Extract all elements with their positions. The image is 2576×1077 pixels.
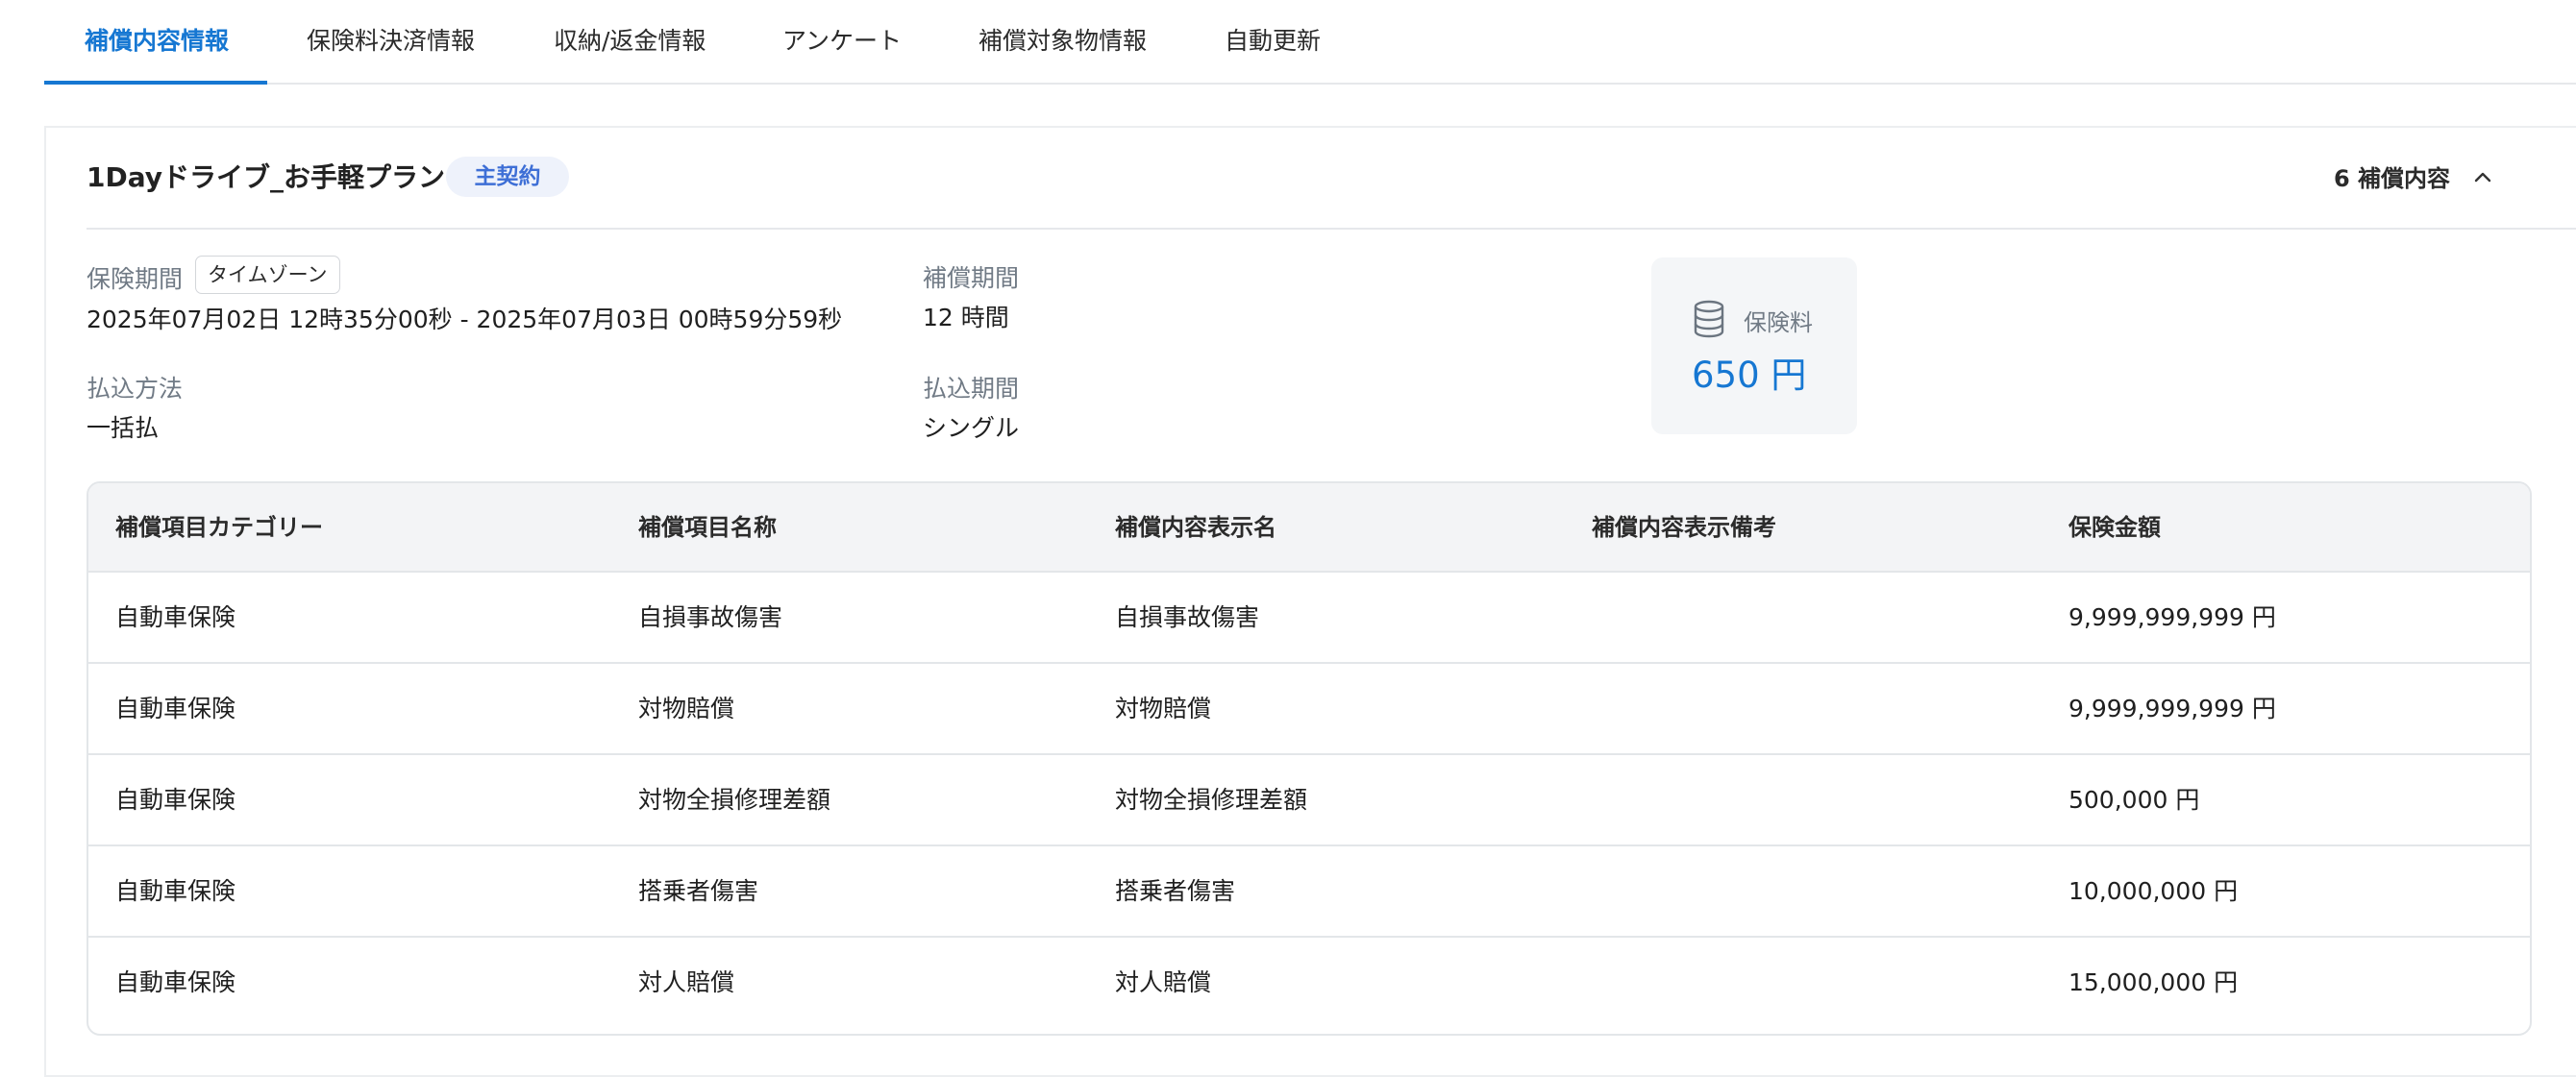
table-row: 自動車保険 対物賠償 対物賠償 9,999,999,999 円 (88, 664, 2530, 755)
table-header: 補償項目カテゴリー 補償項目名称 補償内容表示名 補償内容表示備考 保険金額 (88, 483, 2530, 573)
chevron-up-icon[interactable] (2468, 162, 2497, 191)
cell-item-name: 対人賠償 (638, 968, 735, 996)
cell-insured-amount: 9,999,999,999 円 (2068, 695, 2276, 722)
coverage-count: 6 補償内容 (2334, 165, 2451, 192)
coverage-card-header[interactable]: 1Dayドライブ_お手軽プラン 主契約 6 補償内容 (46, 128, 2576, 230)
timezone-button[interactable]: タイムゾーン (195, 256, 340, 294)
column-header-insured-amount: 保険金額 (2068, 514, 2161, 541)
plan-title: 1Dayドライブ_お手軽プラン (87, 161, 446, 193)
cell-display-name: 搭乗者傷害 (1115, 877, 1236, 905)
tab-collection-refund[interactable]: 収納/返金情報 (554, 0, 706, 83)
premium-value: 650 円 (1692, 355, 1807, 396)
column-header-category: 補償項目カテゴリー (115, 514, 323, 541)
cell-item-name: 搭乗者傷害 (638, 877, 759, 905)
cell-category: 自動車保険 (115, 786, 236, 814)
cell-category: 自動車保険 (115, 877, 236, 905)
cell-item-name: 自損事故傷害 (638, 603, 783, 631)
coverage-period-value: 12 時間 (923, 304, 1009, 331)
tab-premium-settlement[interactable]: 保険料決済情報 (307, 0, 475, 83)
tab-bar: 補償内容情報 保険料決済情報 収納/返金情報 アンケート 補償対象物情報 自動更… (44, 0, 2576, 85)
cell-insured-amount: 15,000,000 円 (2068, 968, 2239, 996)
cell-category: 自動車保険 (115, 968, 236, 996)
payment-method-label: 払込方法 (87, 375, 184, 403)
cell-display-name: 対物全損修理差額 (1115, 786, 1308, 814)
payment-period-label: 払込期間 (923, 375, 1020, 403)
cell-insured-amount: 500,000 円 (2068, 786, 2200, 814)
table-row: 自動車保険 搭乗者傷害 搭乗者傷害 10,000,000 円 (88, 846, 2530, 938)
insurance-period-value: 2025年07月02日 12時35分00秒 - 2025年07月03日 00時5… (87, 306, 843, 333)
cell-item-name: 対物全損修理差額 (638, 786, 831, 814)
coverage-card: 1Dayドライブ_お手軽プラン 主契約 6 補償内容 保険期間 タイムゾーン 2… (44, 126, 2576, 1077)
tab-covered-object[interactable]: 補償対象物情報 (978, 0, 1147, 83)
table-row: 自動車保険 対人賠償 対人賠償 15,000,000 円 (88, 938, 2530, 1029)
policy-detail-page: 補償内容情報 保険料決済情報 収納/返金情報 アンケート 補償対象物情報 自動更… (0, 0, 2576, 1077)
database-coins-icon (1694, 300, 1724, 338)
payment-period-value: シングル (923, 414, 1020, 442)
insurance-period-label: 保険期間 (87, 265, 184, 293)
coverage-table: 補償項目カテゴリー 補償項目名称 補償内容表示名 補償内容表示備考 保険金額 自… (87, 481, 2532, 1036)
header-divider (87, 228, 2576, 230)
tab-coverage-info[interactable]: 補償内容情報 (85, 0, 229, 83)
premium-label: 保険料 (1744, 309, 1813, 336)
column-header-display-remarks: 補償内容表示備考 (1592, 514, 1776, 541)
cell-category: 自動車保険 (115, 603, 236, 631)
column-header-item-name: 補償項目名称 (638, 514, 777, 541)
payment-method-value: 一括払 (87, 414, 160, 442)
cell-display-name: 自損事故傷害 (1115, 603, 1260, 631)
cell-category: 自動車保険 (115, 695, 236, 722)
coverage-period-label: 補償期間 (923, 264, 1020, 292)
table-row: 自動車保険 対物全損修理差額 対物全損修理差額 500,000 円 (88, 755, 2530, 846)
main-contract-badge: 主契約 (446, 157, 569, 197)
cell-display-name: 対物賠償 (1115, 695, 1212, 722)
cell-display-name: 対人賠償 (1115, 968, 1212, 996)
cell-insured-amount: 10,000,000 円 (2068, 877, 2239, 905)
cell-item-name: 対物賠償 (638, 695, 735, 722)
tab-survey[interactable]: アンケート (782, 0, 902, 83)
column-header-display-name: 補償内容表示名 (1115, 514, 1276, 541)
premium-box: 保険料 650 円 (1651, 257, 1857, 434)
cell-insured-amount: 9,999,999,999 円 (2068, 603, 2276, 631)
table-row: 自動車保険 自損事故傷害 自損事故傷害 9,999,999,999 円 (88, 573, 2530, 664)
tab-auto-renewal[interactable]: 自動更新 (1225, 0, 1321, 83)
active-tab-indicator (44, 81, 267, 85)
